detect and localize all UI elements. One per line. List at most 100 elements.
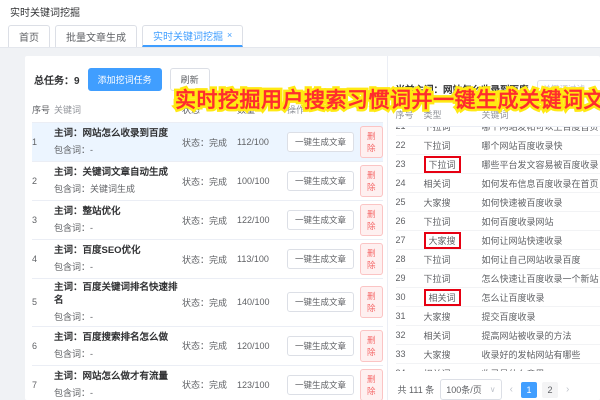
type-text: 下拉词 [424,127,451,132]
row-index: 21 [396,127,424,131]
type-cell: 下拉词 [424,127,482,133]
table-row[interactable]: 3 主词：整站优化 包含词：- 状态：完成 122/100 一键生成文章 删除 [32,201,383,240]
chevron-down-icon: ∨ [489,385,496,394]
keyword-text: 提高网站被收录的方法 [481,330,572,341]
main-word-text: 主词：关键词文章自动生成 [54,167,169,179]
row-index: 28 [395,254,406,264]
list-item[interactable]: 23 下拉词 哪些平台发文容易被百度收录 [395,155,600,174]
status-text: 状态：完成 [182,380,228,391]
add-task-button[interactable]: 添加挖词任务 [87,68,162,91]
list-item[interactable]: 30 相关词 怎么让百度收录 [395,288,600,307]
close-icon[interactable]: × [227,30,232,40]
list-item[interactable]: 29 下拉词 怎么快速让百度收录一个新站 [395,269,600,288]
page-number-2[interactable]: 2 [541,381,558,398]
list-item[interactable]: 27 大家搜 如何让网站快速收录 [395,231,600,250]
include-word-text: 包含词：- [54,144,93,155]
table-row[interactable]: 6 主词：百度搜索排名怎么做 包含词：- 状态：完成 120/100 一键生成文章 删除 [32,327,383,366]
current-main-word-label: 当前主词：网站怎么收录到百度 [395,85,529,96]
generate-article-button[interactable]: 一键生成文章 [287,132,355,152]
page-number-1[interactable]: 1 [520,381,537,398]
count-text: 100/100 [237,176,270,186]
generate-article-button[interactable]: 一键生成文章 [287,249,355,269]
table-row[interactable]: 1 主词：网站怎么收录到百度 包含词：- 状态：完成 112/100 一键生成文章 删除 [32,123,383,162]
row-index: 30 [395,292,406,302]
actions-cell: 一键生成文章 删除 [287,329,383,362]
type-text: 大家搜 [423,349,451,360]
row-index: 5 [32,297,38,308]
keyword-text: 如何发布信息百度收录在首页 [481,178,599,189]
main-word-text: 主词：百度搜索排名怎么做 [54,331,169,343]
keywords-table-header: 序号 类型 关键词 [395,98,600,127]
list-item[interactable]: 24 相关词 如何发布信息百度收录在首页 [395,174,600,193]
delete-button[interactable]: 删除 [360,368,383,400]
table-row[interactable]: 5 主词：百度关键词排名快速排名 包含词：- 状态：完成 140/100 一键生成文章 删除 [32,279,383,327]
list-item[interactable]: 25 大家搜 如何快速被百度收录 [395,193,600,212]
generate-article-button[interactable]: 一键生成文章 [287,171,355,191]
generate-article-button[interactable]: 一键生成文章 [287,292,355,313]
actions-cell: 一键生成文章 删除 [287,165,383,197]
table-row[interactable]: 4 主词：百度SEO优化 包含词：- 状态：完成 113/100 一键生成文章 删除 [32,240,383,279]
list-item[interactable]: 33 大家搜 收录好的发帖网站有哪些 [395,345,600,364]
page-numbers: 12 [520,381,558,398]
type-text: 相关词 [423,178,451,189]
col-keyword: 关键词 [481,110,509,120]
keywords-pagination: 共 111 条 100条/页 ∨ ‹ 12 › [396,371,600,400]
keyword-cell: 主词：整站优化 包含词：- [54,206,182,234]
keyword-cell: 主词：网站怎么收录到百度 包含词：- [54,128,182,156]
generate-article-button[interactable]: 一键生成文章 [287,374,355,395]
keyword-text: 收录好的发帖网站有哪些 [481,349,581,360]
row-index: 24 [395,178,406,188]
table-row[interactable]: 2 主词：关键词文章自动生成 包含词：关键词生成 状态：完成 100/100 一键生成文章… [32,162,383,201]
list-item[interactable]: 32 相关词 提高网站被收录的方法 [395,326,600,345]
type-cell: 大家搜 [423,231,482,249]
list-item[interactable]: 28 下拉词 如何让自己网站收录百度 [395,250,600,269]
keyword-text: 如何快速被百度收录 [481,197,563,208]
count-text: 140/100 [237,297,270,308]
generate-article-button[interactable]: 一键生成文章 [287,210,355,230]
include-word-text: 包含词：- [54,222,93,233]
list-item[interactable]: 21下拉词 哪个网站发帖可以上百度首页 [395,127,600,136]
list-item[interactable]: 22 下拉词 哪个网站百度收录快 [395,136,600,155]
delete-button[interactable]: 删除 [360,243,383,275]
prev-page-icon[interactable]: ‹ [508,384,515,395]
type-text: 大家搜 [423,197,451,208]
delete-button[interactable]: 删除 [360,329,383,362]
count-text: 122/100 [237,215,270,225]
generate-article-button[interactable]: 一键生成文章 [287,335,355,356]
type-text: 下拉词 [423,216,451,227]
type-cell: 相关词 [423,288,482,306]
row-index: 6 [32,340,38,351]
keyword-cell: 主词：百度搜索排名怎么做 包含词：- [54,332,182,360]
delete-button[interactable]: 删除 [360,126,383,158]
row-index: 31 [395,311,406,321]
keyword-text: 如何让自己网站收录百度 [481,254,581,265]
page-title: 实时关键词挖掘 [10,7,80,19]
list-item[interactable]: 26 下拉词 如何百度收录网站 [395,212,600,231]
keyword-text: 怎么让百度收录 [481,292,545,303]
tab-3[interactable]: 实时关键词挖掘 × [142,25,244,47]
row-index: 1 [32,137,38,147]
list-item[interactable]: 34相关词收录是什么意思 [396,364,600,371]
delete-button[interactable]: 删除 [360,286,383,319]
table-row[interactable]: 7 主词：网站怎么做才有流量 包含词：- 状态：完成 123/100 一键生成文章 删除 [32,366,383,400]
tab-2[interactable]: 批量文章生成 [55,25,137,47]
keywords-page-size-value: 100条/页 [446,385,482,395]
status-text: 状态：完成 [182,176,228,187]
actions-cell: 一键生成文章 删除 [287,126,383,158]
list-item[interactable]: 31 大家搜 提交百度收录 [395,307,600,326]
col-status: 状态 [182,105,201,115]
type-cell: 下拉词 [424,139,482,152]
type-cell: 大家搜 [424,348,482,361]
delete-button[interactable]: 删除 [360,165,383,197]
next-page-icon[interactable]: › [564,384,571,395]
col-keyword: 关键词 [54,105,82,115]
keywords-page-size-select[interactable]: 100条/页 ∨ [440,379,502,400]
keyword-filter-input[interactable] [536,80,600,98]
tab-1[interactable]: 首页 [8,25,50,47]
tasks-toolbar: 总任务：9 添加挖词任务 刷新 [32,64,383,99]
delete-button[interactable]: 删除 [360,204,383,236]
main-word-text: 主词：网站怎么做才有流量 [54,370,169,382]
refresh-button[interactable]: 刷新 [169,68,210,91]
type-text: 下拉词 [423,140,451,151]
row-index: 22 [395,140,406,150]
